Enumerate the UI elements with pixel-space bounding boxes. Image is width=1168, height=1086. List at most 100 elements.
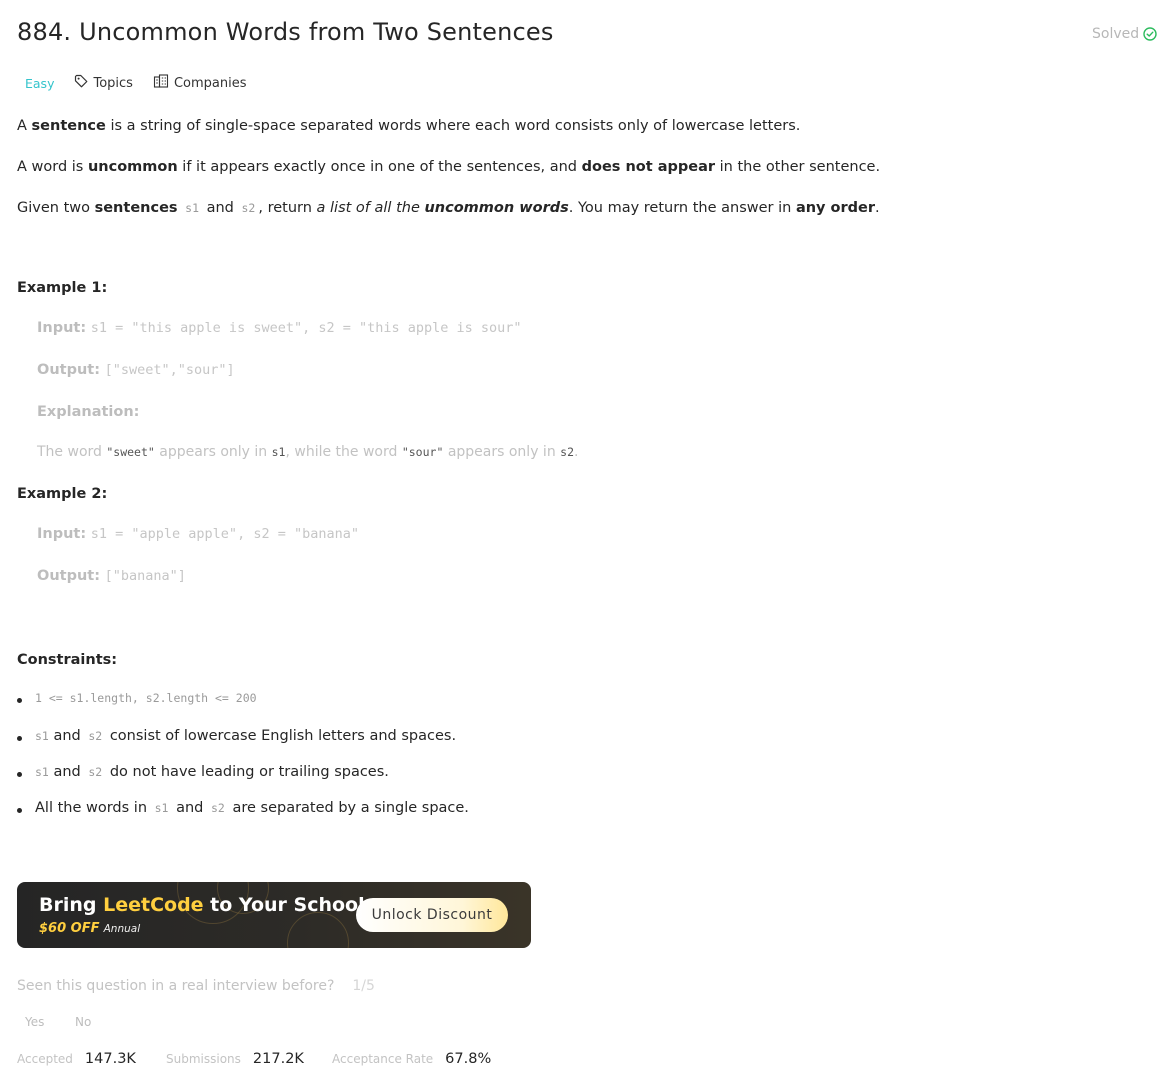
acceptance-rate-stat: Acceptance Rate 67.8% (332, 1051, 491, 1067)
bold-italic-term: uncommon words (424, 200, 569, 216)
inline-code: s1 (35, 765, 49, 779)
inline-code: "sweet" (106, 445, 155, 459)
description-paragraph-3: Given two sentences s1 and s2, return a … (17, 198, 880, 218)
output-label: Output: (37, 568, 101, 584)
companies-label: Companies (173, 75, 247, 91)
accepted-stat: Accepted 147.3K (17, 1051, 136, 1067)
plan-text: Annual (103, 923, 141, 935)
text: . (875, 200, 880, 216)
promo-banner[interactable]: Bring LeetCode to Your School $60 OFF An… (17, 882, 531, 948)
text: Given two (17, 200, 95, 216)
description-paragraph-2: A word is uncommon if it appears exactly… (17, 157, 880, 177)
topics-label: Topics (93, 75, 133, 91)
text: appears only in (154, 444, 272, 460)
banner-subtitle: $60 OFF Annual (39, 921, 140, 936)
text: and (48, 764, 86, 780)
output-value: ["sweet","sour"] (104, 362, 235, 378)
input-label: Input: (37, 320, 87, 336)
text: Bring (39, 894, 104, 916)
inline-code: 1 <= s1.length, s2.length <= 200 (35, 691, 257, 705)
explanation-label: Explanation: (37, 404, 140, 420)
discount-text: $60 OFF (39, 921, 100, 936)
text: is a string of single-space separated wo… (105, 118, 801, 134)
input-label: Input: (37, 526, 87, 542)
stat-value: 217.2K (252, 1051, 304, 1067)
text: are separated by a single space. (227, 800, 469, 816)
bullet (17, 698, 22, 703)
inline-code: s2 (241, 201, 256, 215)
constraints-heading: Constraints: (17, 652, 118, 668)
example-1-heading: Example 1: (17, 280, 108, 296)
inline-code: s2 (210, 801, 225, 815)
example-1-input: Input: s1 = "this apple is sweet", s2 = … (37, 320, 522, 336)
banner-title: Bring LeetCode to Your School (39, 894, 365, 916)
example-2-output: Output: ["banana"] (37, 568, 186, 584)
problem-title: 884. Uncommon Words from Two Sentences (17, 18, 554, 46)
text: , return (258, 200, 317, 216)
text: to Your School (203, 894, 365, 916)
inline-code: s2 (88, 765, 103, 779)
text: appears only in (443, 444, 561, 460)
inline-code: "sour" (401, 445, 444, 459)
bold-term: does not appear (581, 159, 716, 175)
bold-term: uncommon (87, 159, 178, 175)
solved-status: Solved (1092, 26, 1157, 42)
solved-label: Solved (1092, 26, 1140, 42)
text: . (574, 444, 579, 460)
example-1-output: Output: ["sweet","sour"] (37, 362, 235, 378)
check-circle-icon (1143, 27, 1157, 41)
yes-button[interactable]: Yes (25, 1015, 44, 1029)
text: do not have leading or trailing spaces. (105, 764, 389, 780)
inline-code: s1 (35, 729, 49, 743)
input-value: s1 = "this apple is sweet", s2 = "this a… (90, 320, 522, 336)
unlock-discount-button[interactable]: Unlock Discount (356, 898, 508, 932)
text: in the other sentence. (715, 159, 881, 175)
question-progress: 1/5 (352, 978, 375, 994)
problem-tags: Easy Topics Companies (17, 72, 261, 94)
output-value: ["banana"] (104, 568, 186, 584)
inline-code: s2 (560, 445, 575, 459)
brand-text: LeetCode (103, 894, 204, 916)
example-2-heading: Example 2: (17, 486, 108, 502)
stat-label: Acceptance Rate (332, 1052, 434, 1066)
example-2-input: Input: s1 = "apple apple", s2 = "banana" (37, 526, 359, 542)
interview-question: Seen this question in a real interview b… (17, 978, 375, 994)
difficulty-badge[interactable]: Easy (17, 76, 62, 91)
bullet (17, 736, 22, 741)
text: and (171, 800, 208, 816)
input-value: s1 = "apple apple", s2 = "banana" (90, 526, 359, 542)
inline-code: s1 (154, 801, 169, 815)
bullet (17, 808, 22, 813)
bold-term: sentence (31, 118, 106, 134)
submissions-stat: Submissions 217.2K (166, 1051, 304, 1067)
inline-code: s1 (271, 445, 286, 459)
example-1-explanation: The word "sweet" appears only in s1, whi… (37, 444, 578, 460)
stat-label: Accepted (17, 1052, 73, 1066)
stat-label: Submissions (166, 1052, 241, 1066)
no-button[interactable]: No (75, 1015, 91, 1029)
bold-term: sentences (94, 200, 178, 216)
text: A (17, 118, 32, 134)
text: if it appears exactly once in one of the… (177, 159, 582, 175)
companies-button[interactable]: Companies (147, 74, 253, 92)
stat-value: 67.8% (445, 1051, 492, 1067)
banner-decoration (287, 912, 349, 948)
text: consist of lowercase English letters and… (105, 728, 457, 744)
text: A word is (17, 159, 88, 175)
output-label: Output: (37, 362, 101, 378)
building-icon (153, 74, 169, 92)
stat-value: 147.3K (84, 1051, 136, 1067)
topics-button[interactable]: Topics (68, 74, 138, 92)
text: , while the word (285, 444, 402, 460)
text: and (206, 200, 234, 216)
text: All the words in (35, 800, 152, 816)
bullet (17, 772, 22, 777)
question-text: Seen this question in a real interview b… (17, 978, 335, 994)
inline-code: s1 (185, 201, 199, 215)
bold-term: any order (795, 200, 876, 216)
text: The word (37, 444, 107, 460)
text: . You may return the answer in (568, 200, 796, 216)
inline-code: s2 (88, 729, 103, 743)
italic-text: a list of all the (316, 200, 425, 216)
description-paragraph-1: A sentence is a string of single-space s… (17, 116, 800, 136)
